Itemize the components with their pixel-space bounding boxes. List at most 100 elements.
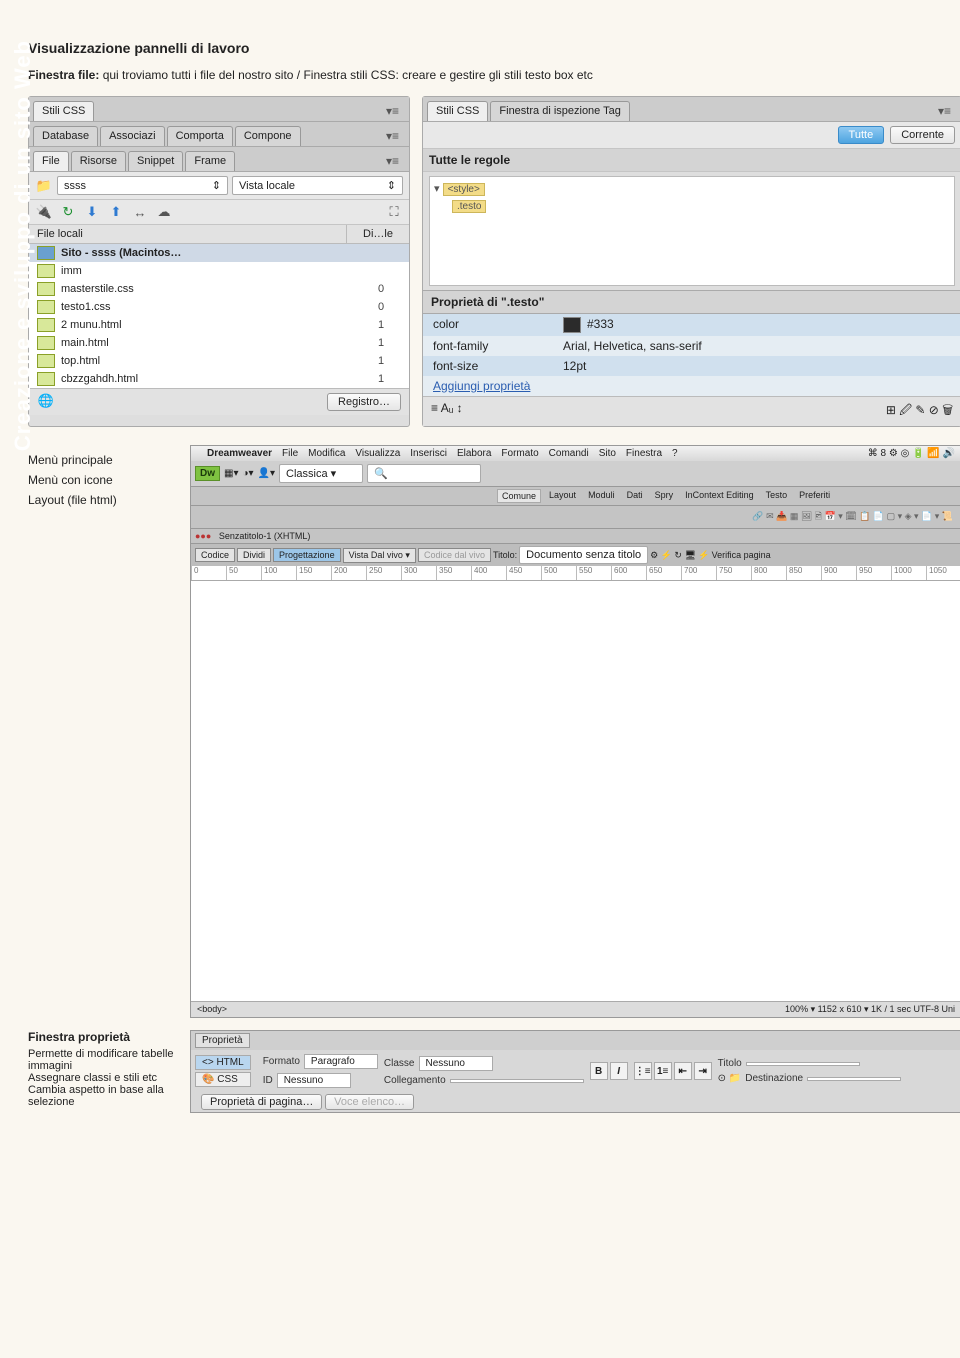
tag-selector[interactable]: <body>	[197, 1004, 227, 1015]
btn-corrente[interactable]: Corrente	[890, 126, 955, 144]
sync-icon[interactable]: ↔	[131, 204, 149, 220]
tab-database[interactable]: Database	[33, 126, 98, 146]
tab-stili-css[interactable]: Stili CSS	[33, 101, 94, 121]
bold-icon[interactable]: B	[590, 1062, 608, 1080]
prop-row[interactable]: font-size12pt	[423, 356, 960, 376]
search-input[interactable]: 🔍	[367, 464, 481, 483]
action-icons[interactable]: ⊞ 🖉 ✎ ⊘ 🗑	[886, 401, 953, 422]
col-file-locali[interactable]: File locali	[29, 225, 347, 243]
design-canvas[interactable]	[191, 581, 960, 1001]
formato-select[interactable]: Paragrafo	[304, 1054, 378, 1069]
rule-item[interactable]: .testo	[452, 200, 486, 213]
sort-icons[interactable]: ≡ Aᵤ ↕	[431, 401, 463, 422]
mode-css[interactable]: 🎨 CSS	[195, 1072, 251, 1087]
list-root[interactable]: Sito - ssss (Macintos…	[29, 244, 409, 262]
menu-item[interactable]: Modifica	[308, 448, 345, 459]
put-icon[interactable]: ⬆	[107, 204, 125, 220]
cat-item[interactable]: Dati	[623, 489, 647, 503]
titolo-input[interactable]	[746, 1062, 860, 1066]
layout-dropdown[interactable]: Classica ▾	[279, 464, 363, 483]
link-input[interactable]	[450, 1079, 584, 1083]
cat-item[interactable]: Testo	[762, 489, 792, 503]
connect-icon[interactable]: 🔌	[35, 204, 53, 220]
tab-proprieta[interactable]: Proprietà	[195, 1033, 250, 1048]
prop-row[interactable]: font-familyArial, Helvetica, sans-serif	[423, 336, 960, 356]
toolbar-icon[interactable]: ▦▾	[224, 468, 238, 479]
tab-snippet[interactable]: Snippet	[128, 151, 183, 171]
col-size[interactable]: Di…le	[347, 225, 409, 243]
toolbar-icon[interactable]: 👤▾	[258, 468, 275, 479]
cat-item[interactable]: Comune	[497, 489, 541, 503]
list-item[interactable]: main.html1	[29, 334, 409, 352]
cat-item[interactable]: Layout	[545, 489, 580, 503]
world-icon[interactable]: 🌐	[37, 393, 55, 409]
mode-html[interactable]: <> HTML	[195, 1055, 251, 1070]
title-input[interactable]: Documento senza titolo	[519, 546, 648, 564]
menu-item[interactable]: Sito	[599, 448, 616, 459]
tab-comportamenti[interactable]: Comporta	[167, 126, 233, 146]
menu-item[interactable]: Visualizza	[355, 448, 400, 459]
site-select[interactable]: ssss⇕	[57, 176, 228, 195]
tab-dividi[interactable]: Dividi	[237, 548, 271, 562]
cat-item[interactable]: Spry	[651, 489, 678, 503]
id-select[interactable]: Nessuno	[277, 1073, 351, 1088]
cat-item[interactable]: Moduli	[584, 489, 619, 503]
refresh-icon[interactable]: ↻	[59, 204, 77, 220]
dest-select[interactable]	[807, 1077, 901, 1081]
panel-menu-icon[interactable]: ▾≡	[380, 151, 405, 171]
menu-item[interactable]: Formato	[501, 448, 538, 459]
rule-item[interactable]: <style>	[443, 183, 485, 196]
ol-icon[interactable]: 1≡	[654, 1062, 672, 1080]
classe-select[interactable]: Nessuno	[419, 1056, 493, 1071]
tab-ispezione-tag[interactable]: Finestra di ispezione Tag	[490, 101, 629, 121]
toolbar-icon[interactable]: ◑▾	[242, 468, 253, 479]
list-item[interactable]: 2 munu.html1	[29, 316, 409, 334]
list-item[interactable]: imm	[29, 262, 409, 280]
tab-risorse[interactable]: Risorse	[71, 151, 126, 171]
checkin-icon[interactable]: ☁	[155, 204, 173, 220]
verify-page[interactable]: Verifica pagina	[712, 550, 771, 560]
color-swatch[interactable]	[563, 317, 581, 333]
menu-item[interactable]: File	[282, 448, 298, 459]
get-icon[interactable]: ⬇	[83, 204, 101, 220]
panel-menu-icon[interactable]: ▾≡	[380, 101, 405, 121]
tab-frame[interactable]: Frame	[185, 151, 235, 171]
menu-item[interactable]: Inserisci	[410, 448, 447, 459]
expand-icon[interactable]: ⛶	[385, 204, 403, 220]
menu-item[interactable]: ?	[672, 448, 678, 459]
menu-item[interactable]: Finestra	[626, 448, 662, 459]
add-property-row[interactable]: Aggiungi proprietà	[423, 376, 960, 396]
menu-item[interactable]: Dreamweaver	[207, 448, 272, 459]
panel-menu-icon[interactable]: ▾≡	[380, 126, 405, 146]
indent-icon[interactable]: ⇥	[694, 1062, 712, 1080]
menu-item[interactable]: Elabora	[457, 448, 491, 459]
ul-icon[interactable]: ⋮≡	[634, 1062, 652, 1080]
insert-toolbar[interactable]: 🔗 ✉ 📥 ▦ 🖼 🖻 📅 ▾ 🗓 📋 📄 ▢ ▾ ◈ ▾ 📄 ▾ 📜	[191, 506, 960, 529]
tab-codice[interactable]: Codice	[195, 548, 235, 562]
btn-tutte[interactable]: Tutte	[838, 126, 885, 144]
btn-page-props[interactable]: Proprietà di pagina…	[201, 1094, 322, 1110]
list-item[interactable]: testo1.css0	[29, 298, 409, 316]
tab-componenti[interactable]: Compone	[235, 126, 301, 146]
list-item[interactable]: top.html1	[29, 352, 409, 370]
log-button[interactable]: Registro…	[327, 393, 401, 411]
tab-stili-css[interactable]: Stili CSS	[427, 101, 488, 121]
btn-live-view[interactable]: Vista Dal vivo ▾	[343, 548, 416, 563]
list-item[interactable]: masterstile.css0	[29, 280, 409, 298]
toolbar-icons[interactable]: ⚙ ⚡ ↻ 🖥 ⚡	[650, 550, 709, 561]
btn-live-code[interactable]: Codice dal vivo	[418, 548, 491, 562]
add-property-link[interactable]: Aggiungi proprietà	[433, 379, 530, 393]
tab-file[interactable]: File	[33, 151, 69, 171]
list-item[interactable]: cbzzgahdh.html1	[29, 370, 409, 388]
prop-row[interactable]: color#333	[423, 314, 960, 336]
tab-progettazione[interactable]: Progettazione	[273, 548, 341, 562]
view-select[interactable]: Vista locale⇕	[232, 176, 403, 195]
outdent-icon[interactable]: ⇤	[674, 1062, 692, 1080]
link-folder-icon[interactable]: ⊙ 📁	[718, 1073, 742, 1084]
btn-list-item[interactable]: Voce elenco…	[325, 1094, 414, 1110]
italic-icon[interactable]: I	[610, 1062, 628, 1080]
cat-item[interactable]: InContext Editing	[681, 489, 758, 503]
panel-menu-icon[interactable]: ▾≡	[932, 101, 957, 121]
doc-tab[interactable]: ●●● Senzatitolo-1 (XHTML)	[191, 529, 960, 544]
cat-item[interactable]: Preferiti	[795, 489, 834, 503]
